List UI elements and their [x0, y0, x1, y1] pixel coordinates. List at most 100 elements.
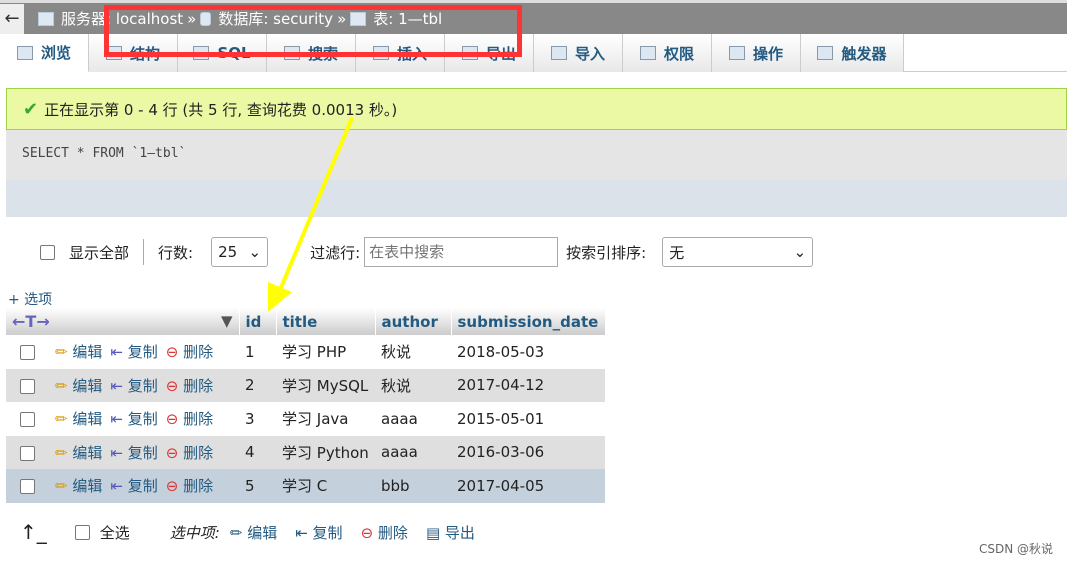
bulk-export-button[interactable]: ▤ 导出 — [426, 522, 475, 543]
column-header-submission-date[interactable]: submission_date — [451, 308, 606, 335]
pencil-icon: ✏ — [55, 443, 68, 462]
cell-author[interactable]: 秋说 — [375, 335, 451, 369]
cell-author[interactable]: bbb — [375, 469, 451, 503]
back-button[interactable]: ← — [0, 3, 24, 34]
tab-triggers[interactable]: 触发器 — [801, 34, 904, 72]
row-actions: ✏ 编辑 ⇤ 复制 ⊖ 删除 — [6, 435, 239, 469]
column-header-id[interactable]: id — [239, 308, 277, 335]
copy-button[interactable]: ⇤ 复制 — [110, 377, 157, 395]
tab-label: 浏览 — [40, 44, 71, 62]
delete-icon: ⊖ — [165, 477, 179, 496]
sort-label: 按索引排序: — [566, 243, 647, 262]
tab-search[interactable]: 搜索 — [267, 34, 356, 72]
cell-author[interactable]: aaaa — [375, 402, 451, 436]
edit-button[interactable]: ✏ 编辑 — [55, 477, 102, 495]
delete-button[interactable]: ⊖ 删除 — [166, 343, 213, 361]
crumb-table[interactable]: 表: 1—tbl — [373, 8, 442, 29]
table-row: ✏ 编辑 ⇤ 复制 ⊖ 删除 1 学习 PHP 秋说 2018-05-03 — [6, 335, 605, 369]
crumb-database[interactable]: 数据库: security — [218, 8, 333, 29]
edit-button[interactable]: ✏ 编辑 — [55, 343, 102, 361]
cell-submission-date[interactable]: 2016-03-06 — [451, 435, 605, 469]
row-checkbox[interactable] — [20, 378, 35, 394]
column-resize-icon[interactable]: ←T→ — [12, 312, 50, 331]
search-icon — [283, 46, 300, 60]
options-link[interactable]: + 选项 — [8, 289, 52, 309]
row-checkbox[interactable] — [20, 445, 35, 461]
edit-button[interactable]: ✏ 编辑 — [55, 444, 102, 462]
column-controls: ←T→ ▼ — [6, 308, 240, 335]
cell-id[interactable]: 2 — [239, 368, 276, 402]
with-selected-label: 选中项: — [169, 523, 220, 542]
copy-label: 复制 — [127, 410, 158, 429]
filter-input[interactable] — [364, 237, 559, 267]
sort-value: 无 — [669, 243, 685, 262]
cell-title[interactable]: 学习 Java — [276, 402, 375, 436]
row-actions: ✏ 编辑 ⇤ 复制 ⊖ 删除 — [6, 335, 239, 369]
wrench-icon — [728, 46, 745, 60]
check-icon: ✔ — [23, 98, 39, 120]
sql-query[interactable]: SELECT * FROM `1—tbl` — [22, 146, 186, 161]
cell-author[interactable]: 秋说 — [375, 368, 451, 402]
crumb-server[interactable]: 服务器: localhost — [61, 8, 183, 29]
bulk-copy-button[interactable]: ⇤ 复制 — [295, 522, 342, 543]
tab-table[interactable]: 浏览 — [0, 34, 89, 72]
copy-icon: ⇤ — [110, 410, 123, 429]
delete-button[interactable]: ⊖ 删除 — [166, 410, 213, 428]
cell-title[interactable]: 学习 MySQL — [276, 368, 375, 402]
tab-insert[interactable]: 插入 — [356, 34, 445, 72]
tab-sql[interactable]: SQL — [178, 34, 267, 72]
tab-import[interactable]: 导入 — [534, 34, 623, 72]
tab-structure[interactable]: 结构 — [89, 34, 178, 72]
cell-id[interactable]: 4 — [239, 435, 276, 469]
table-row: ✏ 编辑 ⇤ 复制 ⊖ 删除 5 学习 C bbb 2017-04-05 — [6, 469, 605, 503]
check-all-checkbox[interactable] — [74, 524, 90, 540]
arrow-up-left-icon: ↑_ — [20, 520, 47, 544]
sort-dropdown-icon[interactable]: ▼ — [221, 312, 233, 330]
column-header-title[interactable]: title — [276, 308, 376, 335]
cell-title[interactable]: 学习 PHP — [276, 335, 375, 369]
edit-label: 编辑 — [72, 477, 103, 496]
tab-label: 插入 — [396, 44, 427, 63]
tab-export[interactable]: 导出 — [445, 34, 534, 72]
cell-submission-date[interactable]: 2017-04-12 — [451, 368, 605, 402]
cell-title[interactable]: 学习 C — [276, 469, 375, 503]
cell-id[interactable]: 5 — [239, 469, 276, 503]
copy-icon: ⇤ — [110, 343, 123, 362]
copy-button[interactable]: ⇤ 复制 — [110, 410, 157, 428]
delete-button[interactable]: ⊖ 删除 — [166, 377, 213, 395]
copy-button[interactable]: ⇤ 复制 — [110, 444, 157, 462]
row-actions: ✏ 编辑 ⇤ 复制 ⊖ 删除 — [6, 469, 239, 503]
edit-button[interactable]: ✏ 编辑 — [55, 377, 102, 395]
cell-submission-date[interactable]: 2017-04-05 — [451, 469, 605, 503]
cell-id[interactable]: 3 — [239, 402, 276, 436]
success-message: ✔ 正在显示第 0 - 4 行 (共 5 行, 查询花费 0.0013 秒。) — [6, 88, 1067, 130]
show-all-label: 显示全部 — [69, 243, 130, 262]
cell-author[interactable]: aaaa — [375, 435, 451, 469]
rows-select[interactable]: 25 ⌄ — [211, 237, 269, 267]
copy-button[interactable]: ⇤ 复制 — [110, 477, 157, 495]
delete-button[interactable]: ⊖ 删除 — [166, 477, 213, 495]
show-all-checkbox[interactable] — [40, 244, 55, 260]
column-header-author[interactable]: author — [375, 308, 452, 335]
cell-submission-date[interactable]: 2018-05-03 — [451, 335, 605, 369]
cell-id[interactable]: 1 — [239, 335, 276, 369]
check-all-label[interactable]: 全选 — [100, 522, 130, 543]
tab-privileges[interactable]: 权限 — [623, 34, 712, 72]
bulk-edit-button[interactable]: ✏ 编辑 — [230, 522, 277, 543]
delete-label: 删除 — [183, 410, 214, 429]
copy-icon: ⇤ — [110, 443, 123, 462]
copy-button[interactable]: ⇤ 复制 — [110, 343, 157, 361]
row-checkbox[interactable] — [20, 479, 35, 495]
tab-wrench[interactable]: 操作 — [712, 34, 801, 72]
sort-select[interactable]: 无 ⌄ — [662, 237, 814, 267]
privileges-icon — [639, 46, 656, 60]
cell-title[interactable]: 学习 Python — [276, 435, 375, 469]
row-checkbox[interactable] — [20, 345, 35, 361]
row-checkbox[interactable] — [20, 412, 35, 428]
cell-submission-date[interactable]: 2015-05-01 — [451, 402, 605, 436]
export-icon — [461, 46, 478, 60]
bulk-export-label: 导出 — [444, 523, 475, 542]
edit-button[interactable]: ✏ 编辑 — [55, 410, 102, 428]
delete-button[interactable]: ⊖ 删除 — [166, 444, 213, 462]
bulk-delete-button[interactable]: ⊖ 删除 — [361, 522, 408, 543]
